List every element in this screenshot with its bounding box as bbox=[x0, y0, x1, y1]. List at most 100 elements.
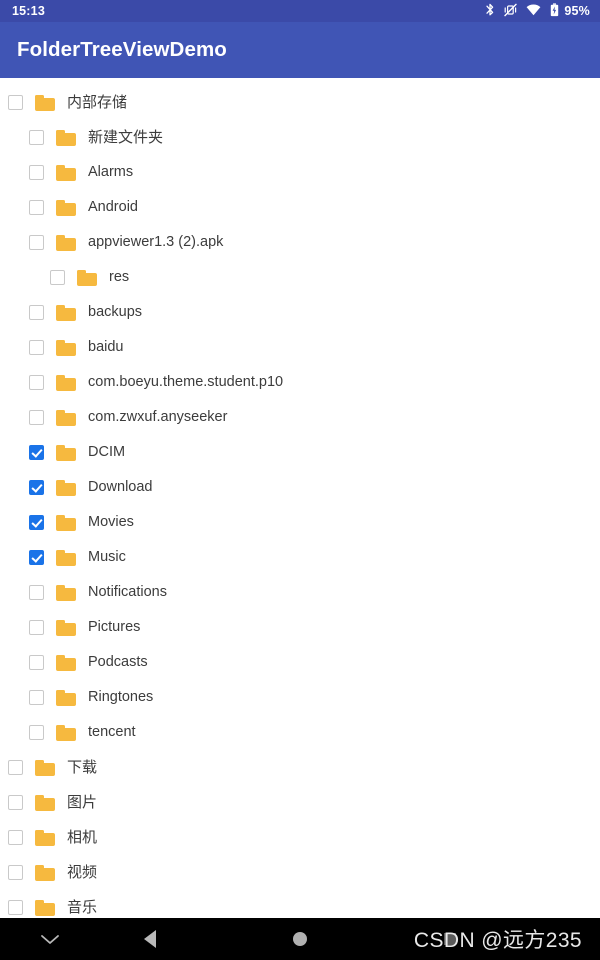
folder-icon bbox=[56, 584, 76, 601]
checkbox-unchecked[interactable] bbox=[8, 795, 23, 810]
status-bar: 15:13 95% bbox=[0, 0, 600, 22]
checkbox-unchecked[interactable] bbox=[8, 830, 23, 845]
folder-icon bbox=[56, 654, 76, 671]
tree-row[interactable]: Pictures bbox=[0, 610, 600, 645]
folder-icon bbox=[77, 269, 97, 286]
folder-icon bbox=[35, 829, 55, 846]
tree-item-label: Pictures bbox=[88, 619, 141, 636]
folder-icon bbox=[35, 759, 55, 776]
folder-icon bbox=[56, 129, 76, 146]
folder-tree[interactable]: 内部存储新建文件夹 Alarms Android appviewer1.3 (2).a… bbox=[0, 78, 600, 918]
folder-icon bbox=[56, 479, 76, 496]
folder-icon bbox=[56, 619, 76, 636]
tree-row[interactable]: Movies bbox=[0, 505, 600, 540]
tree-item-label: baidu bbox=[88, 339, 124, 356]
checkbox-unchecked[interactable] bbox=[29, 655, 44, 670]
tree-row[interactable]: 内部存储 bbox=[0, 85, 600, 120]
checkbox-unchecked[interactable] bbox=[50, 270, 65, 285]
checkbox-unchecked[interactable] bbox=[8, 760, 23, 775]
folder-icon bbox=[35, 899, 55, 916]
tree-row[interactable]: baidu bbox=[0, 330, 600, 365]
tree-item-label: 内部存储 bbox=[67, 94, 128, 111]
tree-row[interactable]: Podcasts bbox=[0, 645, 600, 680]
battery-percent-label: 95% bbox=[564, 4, 590, 18]
triangle-back-icon bbox=[144, 930, 156, 948]
tree-item-label: Ringtones bbox=[88, 689, 154, 706]
checkbox-unchecked[interactable] bbox=[29, 200, 44, 215]
app-bar: FolderTreeViewDemo bbox=[0, 22, 600, 78]
bluetooth-icon bbox=[485, 3, 495, 20]
tree-item-label: 相机 bbox=[67, 829, 98, 846]
tree-item-label: Download bbox=[88, 479, 153, 496]
tree-item-label: com.boeyu.theme.student.p10 bbox=[88, 374, 284, 391]
vibrate-off-icon bbox=[504, 3, 518, 20]
checkbox-unchecked[interactable] bbox=[29, 130, 44, 145]
tree-item-label: DCIM bbox=[88, 444, 126, 461]
tree-row[interactable]: Alarms bbox=[0, 155, 600, 190]
checkbox-unchecked[interactable] bbox=[29, 305, 44, 320]
folder-icon bbox=[56, 339, 76, 356]
tree-row[interactable]: DCIM bbox=[0, 435, 600, 470]
tree-row[interactable]: 相机 bbox=[0, 820, 600, 855]
checkbox-unchecked[interactable] bbox=[8, 865, 23, 880]
tree-row[interactable]: Ringtones bbox=[0, 680, 600, 715]
tree-row[interactable]: backups bbox=[0, 295, 600, 330]
checkbox-unchecked[interactable] bbox=[29, 165, 44, 180]
tree-row[interactable]: 图片 bbox=[0, 785, 600, 820]
wifi-icon bbox=[526, 3, 541, 19]
folder-icon bbox=[56, 164, 76, 181]
navigation-bar: CSDN @远方235 bbox=[0, 918, 600, 960]
tree-row[interactable]: com.zwxuf.anyseeker bbox=[0, 400, 600, 435]
folder-icon bbox=[56, 549, 76, 566]
tree-row[interactable]: 新建文件夹 bbox=[0, 120, 600, 155]
tree-row[interactable]: Notifications bbox=[0, 575, 600, 610]
tree-row[interactable]: Download bbox=[0, 470, 600, 505]
tree-item-label: backups bbox=[88, 304, 143, 321]
folder-icon bbox=[35, 794, 55, 811]
checkbox-checked[interactable] bbox=[29, 515, 44, 530]
status-clock: 15:13 bbox=[12, 4, 45, 18]
battery-icon bbox=[550, 2, 559, 20]
tree-item-label: 音乐 bbox=[67, 899, 98, 916]
checkbox-unchecked[interactable] bbox=[8, 900, 23, 915]
folder-icon bbox=[56, 199, 76, 216]
checkbox-checked[interactable] bbox=[29, 550, 44, 565]
back-button[interactable] bbox=[110, 918, 190, 960]
tree-item-label: Podcasts bbox=[88, 654, 148, 671]
folder-icon bbox=[56, 409, 76, 426]
tree-item-label: com.zwxuf.anyseeker bbox=[88, 409, 228, 426]
checkbox-unchecked[interactable] bbox=[29, 375, 44, 390]
tree-row[interactable]: Music bbox=[0, 540, 600, 575]
tree-item-label: tencent bbox=[88, 724, 136, 741]
tree-row[interactable]: 视频 bbox=[0, 855, 600, 890]
tree-row[interactable]: res bbox=[0, 260, 600, 295]
home-button[interactable] bbox=[260, 918, 340, 960]
tree-row[interactable]: Android bbox=[0, 190, 600, 225]
checkbox-unchecked[interactable] bbox=[29, 690, 44, 705]
checkbox-checked[interactable] bbox=[29, 445, 44, 460]
checkbox-unchecked[interactable] bbox=[29, 585, 44, 600]
checkbox-unchecked[interactable] bbox=[29, 235, 44, 250]
tree-item-label: Notifications bbox=[88, 584, 167, 601]
recents-button[interactable] bbox=[420, 918, 480, 960]
folder-icon bbox=[56, 234, 76, 251]
checkbox-unchecked[interactable] bbox=[29, 725, 44, 740]
circle-home-icon bbox=[293, 932, 307, 946]
folder-icon bbox=[56, 444, 76, 461]
folder-icon bbox=[56, 724, 76, 741]
folder-icon bbox=[35, 864, 55, 881]
tree-row[interactable]: com.boeyu.theme.student.p10 bbox=[0, 365, 600, 400]
tree-row[interactable]: 下载 bbox=[0, 750, 600, 785]
tree-row[interactable]: appviewer1.3 (2).apk bbox=[0, 225, 600, 260]
tree-row[interactable]: tencent bbox=[0, 715, 600, 750]
checkbox-unchecked[interactable] bbox=[8, 95, 23, 110]
checkbox-unchecked[interactable] bbox=[29, 410, 44, 425]
checkbox-unchecked[interactable] bbox=[29, 620, 44, 635]
tree-item-label: res bbox=[109, 269, 130, 286]
tree-item-label: Android bbox=[88, 199, 138, 216]
hide-keyboard-button[interactable] bbox=[10, 918, 90, 960]
checkbox-checked[interactable] bbox=[29, 480, 44, 495]
tree-row[interactable]: 音乐 bbox=[0, 890, 600, 918]
folder-icon bbox=[56, 514, 76, 531]
checkbox-unchecked[interactable] bbox=[29, 340, 44, 355]
